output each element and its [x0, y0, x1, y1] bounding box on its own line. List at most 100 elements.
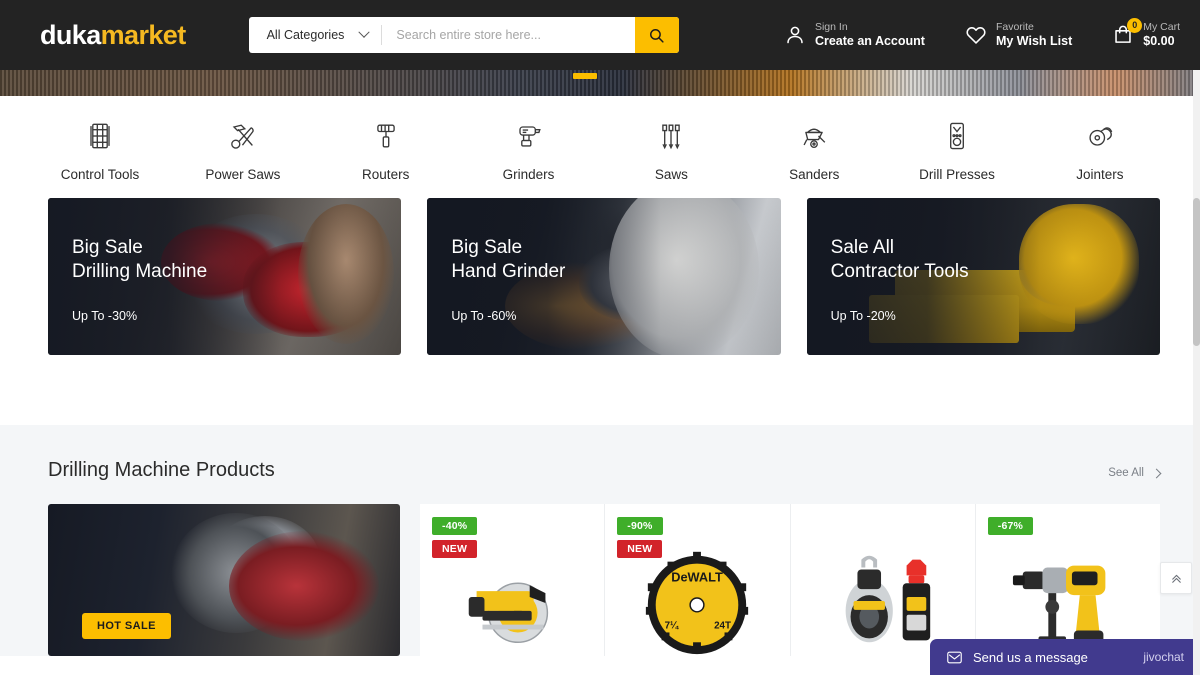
logo-text-duka: duka — [40, 19, 101, 50]
product-badges: -90% NEW — [617, 517, 663, 558]
user-icon — [787, 26, 803, 44]
account-action[interactable]: Sign In Create an Account — [784, 21, 925, 49]
category-nav: Control Tools Power Saws Routers Grinder… — [0, 96, 1200, 198]
see-all-link[interactable]: See All — [1108, 467, 1162, 479]
category-item-power-saws[interactable]: Power Saws — [183, 118, 303, 182]
cart-action-bottom: $0.00 — [1143, 33, 1175, 48]
new-badge: NEW — [617, 540, 663, 558]
logo-text-market: market — [100, 19, 187, 50]
promo-discount: Up To -20% — [830, 308, 896, 323]
promo-banner-hand-grinder[interactable]: Big Sale Hand Grinder Up To -60% — [427, 198, 781, 355]
category-item-jointers[interactable]: Jointers — [1040, 118, 1160, 182]
svg-text:DeWALT: DeWALT — [672, 569, 724, 584]
promo-banner-contractor-tools[interactable]: Sale All Contractor Tools Up To -20% — [806, 198, 1160, 355]
wishlist-action-bottom: My Wish List — [995, 33, 1073, 48]
chat-widget-message: Send us a message — [973, 649, 1088, 665]
promo-line2: Drilling Machine — [72, 261, 208, 283]
site-logo[interactable]: dukamarket — [40, 20, 186, 51]
promo-banner-drilling-machine[interactable]: Big Sale Drilling Machine Up To -30% — [48, 198, 402, 355]
cart-action[interactable]: 0 My Cart $0.00 — [1112, 17, 1180, 49]
category-label: Saws — [654, 167, 688, 182]
promo-line1: Sale All — [830, 237, 895, 258]
category-label: Power Saws — [205, 167, 281, 182]
promo-line2: Hand Grinder — [451, 261, 566, 283]
new-badge: NEW — [432, 540, 478, 558]
heart-icon — [966, 27, 986, 44]
product-badges: -40% NEW — [432, 517, 478, 558]
see-all-label: See All — [1108, 467, 1144, 479]
svg-text:24T: 24T — [714, 621, 731, 632]
product-card-chalk-line-set[interactable] — [790, 504, 976, 656]
category-item-drill-presses[interactable]: Drill Presses — [897, 118, 1017, 182]
hero-slider-button[interactable] — [573, 73, 597, 79]
svg-text:7¼: 7¼ — [665, 621, 679, 632]
section-spacer — [0, 355, 1200, 425]
discount-badge: -90% — [617, 517, 663, 535]
promo-line1: Big Sale — [72, 237, 143, 258]
promo-banners: Big Sale Drilling Machine Up To -30% Big… — [0, 198, 1200, 355]
drill-presses-icon — [950, 122, 965, 150]
hero-slider-strip[interactable] — [0, 70, 1200, 96]
category-item-sanders[interactable]: Sanders — [754, 118, 874, 182]
page-root: dukamarket All Categories Search entire … — [0, 0, 1200, 675]
scrollbar-thumb[interactable] — [1193, 198, 1200, 346]
power-saws-icon — [231, 124, 254, 149]
account-action-bottom: Create an Account — [814, 33, 925, 48]
promo-line2: Contractor Tools — [830, 261, 969, 283]
category-label: Routers — [362, 167, 410, 182]
cart-action-top: My Cart — [1143, 20, 1180, 33]
cart-count-badge: 0 — [1127, 17, 1143, 33]
category-label: Control Tools — [60, 167, 140, 182]
hot-sale-badge: HOT SALE — [82, 613, 171, 639]
header-actions: Sign In Create an Account Favorite My Wi… — [784, 17, 1180, 49]
wishlist-action-top: Favorite — [995, 20, 1034, 33]
product-card-saw-blade[interactable]: -90% NEW DeWALT 7¼ 24T — [605, 504, 791, 656]
message-envelope-icon — [947, 651, 962, 663]
page-scrollbar[interactable] — [1193, 70, 1200, 675]
account-action-top: Sign In — [814, 20, 848, 33]
search-icon — [650, 28, 664, 43]
jointers-icon — [1089, 127, 1113, 146]
scroll-to-top-button[interactable] — [1160, 562, 1192, 594]
double-chevron-up-icon — [1171, 574, 1181, 583]
promo-discount: Up To -30% — [72, 308, 138, 323]
product-card-circular-saw[interactable]: -40% NEW — [420, 504, 606, 656]
category-label: Jointers — [1076, 167, 1124, 182]
promo-line1: Big Sale — [451, 237, 523, 258]
search-input[interactable] — [382, 17, 635, 53]
drilling-machine-products-section: Drilling Machine Products See All HOT SA… — [0, 425, 1200, 656]
product-cards: -40% NEW -90% NEW DeWALT 7¼ 24T -67% — [420, 504, 1160, 656]
featured-product-banner[interactable]: HOT SALE — [48, 504, 400, 656]
promo-discount: Up To -60% — [451, 308, 517, 323]
section-title: Drilling Machine Products — [48, 459, 275, 481]
product-badges: -67% — [987, 517, 1034, 535]
control-tools-icon — [90, 123, 110, 149]
discount-badge: -67% — [987, 517, 1034, 535]
category-label: Grinders — [502, 167, 555, 182]
sanders-icon — [803, 128, 826, 149]
search-button[interactable] — [634, 17, 679, 53]
category-label: Sanders — [789, 167, 840, 182]
category-item-routers[interactable]: Routers — [326, 118, 446, 182]
promo-copy: Big Sale Hand Grinder Up To -60% — [451, 236, 565, 323]
category-item-control-tools[interactable]: Control Tools — [40, 118, 160, 182]
category-select-label: All Categories — [266, 28, 345, 42]
category-select[interactable]: All Categories — [249, 17, 383, 53]
saws-icon — [662, 124, 681, 150]
chevron-down-icon — [358, 26, 371, 38]
site-header: dukamarket All Categories Search entire … — [0, 0, 1200, 70]
wishlist-action[interactable]: Favorite My Wish List — [965, 21, 1072, 49]
promo-copy: Big Sale Drilling Machine Up To -30% — [72, 236, 207, 323]
category-item-grinders[interactable]: Grinders — [469, 118, 589, 182]
chevron-right-icon — [1151, 468, 1162, 478]
promo-copy: Sale All Contractor Tools Up To -20% — [831, 236, 969, 323]
routers-icon — [376, 124, 395, 148]
discount-badge: -40% — [432, 517, 478, 535]
category-item-saws[interactable]: Saws — [611, 118, 731, 182]
chat-widget[interactable]: Send us a message jivochat — [930, 639, 1200, 675]
product-thumbnail-chalk-line-set — [791, 530, 975, 656]
product-thumbnail-hammer-drill — [976, 530, 1160, 656]
grinders-icon — [518, 126, 541, 147]
product-card-hammer-drill[interactable]: -67% — [975, 504, 1160, 656]
section-header: Drilling Machine Products See All — [48, 459, 1162, 482]
